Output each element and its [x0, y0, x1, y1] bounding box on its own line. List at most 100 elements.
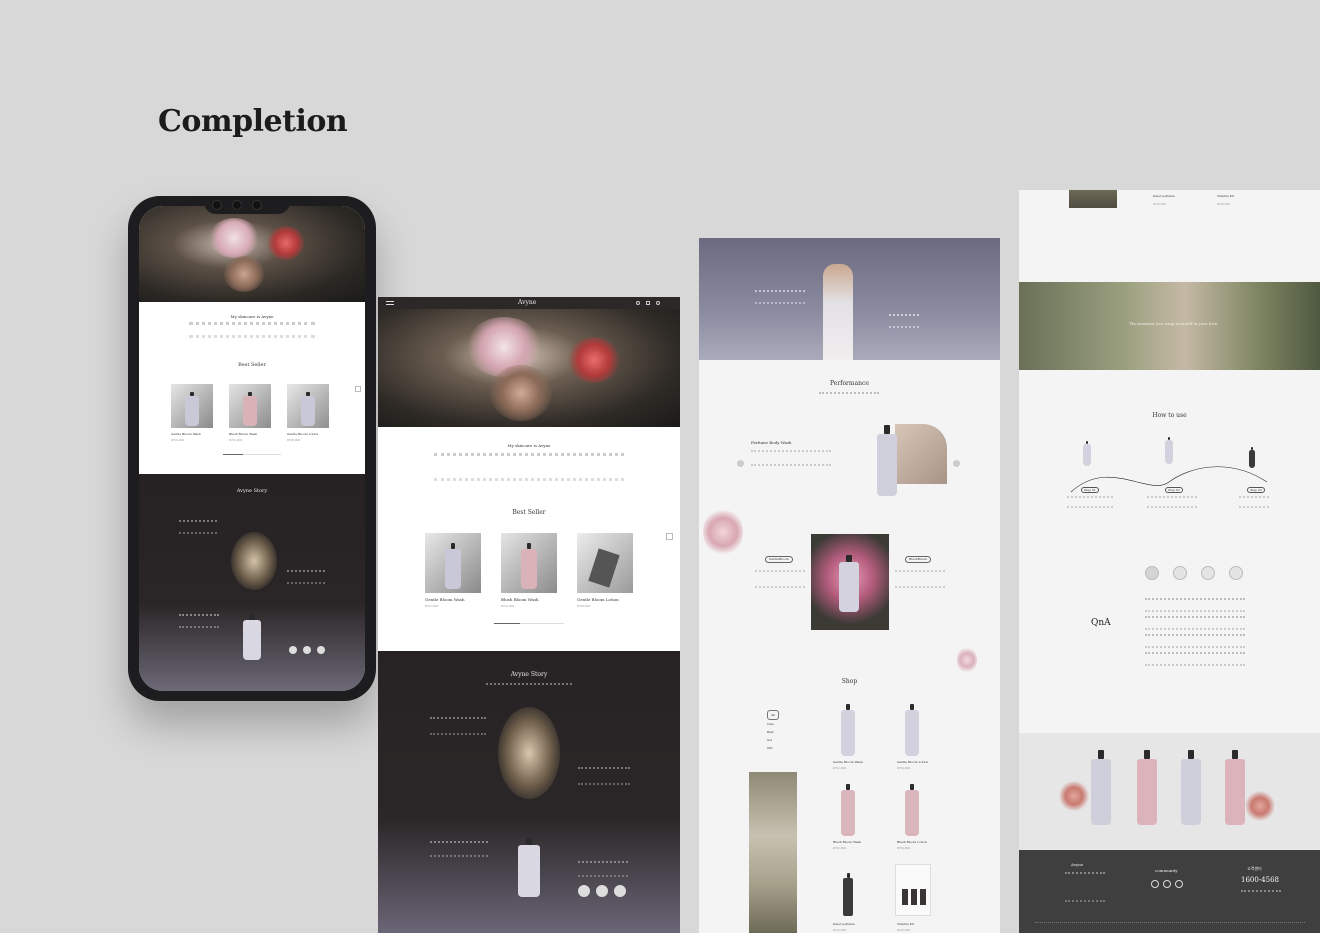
- brand-logo[interactable]: Avyne: [518, 299, 536, 306]
- settings-icon[interactable]: [1229, 566, 1243, 580]
- phone-content: My skincare is Avyne Best Seller Gentle …: [139, 302, 365, 474]
- product-name: Blush Bloom Lotion: [897, 840, 927, 844]
- rose-product-image: [811, 534, 889, 630]
- product-name: Gentle Bloom Lotion: [897, 760, 929, 764]
- product-price: ₩58,000: [287, 438, 301, 442]
- cart-icon[interactable]: [646, 301, 650, 305]
- intro-title: My skincare is Avyne: [507, 443, 551, 448]
- product-name: Gentle Bloom Lotion: [287, 432, 319, 436]
- product-price: ₩58,000: [897, 846, 911, 850]
- product-name: Gentle Bloom Wash: [833, 760, 863, 764]
- product-name: Trabble Kit: [897, 922, 915, 926]
- chevron-right-icon[interactable]: [666, 533, 673, 540]
- phone-intro-title: My skincare is Avyne: [230, 314, 274, 319]
- product-price: ₩45,000: [897, 928, 911, 932]
- blush-bloom-tag[interactable]: BlushBloom: [905, 556, 932, 563]
- product-price: ₩52,000: [229, 438, 243, 442]
- product-image[interactable]: [577, 533, 633, 593]
- product-image[interactable]: [287, 384, 329, 428]
- product-name: Blush Bloom Wash: [833, 840, 862, 844]
- shop-lifestyle-image: [749, 772, 797, 933]
- phone-best-seller-title: Best Seller: [238, 362, 266, 368]
- product-name: Blush Bloom Wash: [229, 432, 258, 436]
- hero-banner: [699, 238, 1000, 360]
- phone-hero-image: [139, 206, 365, 302]
- product-name: Blush Bloom Wash: [501, 597, 539, 602]
- phone-mockup: My skincare is Avyne Best Seller Gentle …: [128, 196, 376, 701]
- product-image[interactable]: [229, 384, 271, 428]
- phone-screen: My skincare is Avyne Best Seller Gentle …: [139, 206, 365, 691]
- product-price: ₩52,000: [171, 438, 185, 442]
- desktop-info-page: Inner perfume Trabble Kit ₩32,000 ₩45,00…: [1019, 190, 1320, 933]
- product-price: ₩52,000: [833, 766, 847, 770]
- product-price: ₩52,000: [425, 604, 439, 608]
- footer: Avyne community 고객센터 1600-4568: [1019, 850, 1320, 933]
- user-icon[interactable]: [656, 301, 660, 305]
- page-heading: Completion: [158, 104, 348, 139]
- trabble-kit-image[interactable]: [895, 864, 931, 916]
- product-thumbnail: [1069, 190, 1117, 208]
- story-section: Avyne Story: [378, 651, 680, 933]
- product-name: Gentle Bloom Wash: [425, 597, 465, 602]
- phone-notch: [204, 196, 290, 214]
- phone-story-section: Avyne Story: [139, 474, 365, 691]
- footer-cs-label: 고객센터: [1247, 866, 1262, 871]
- filter-best[interactable]: Best: [767, 728, 779, 736]
- filter-all[interactable]: All: [767, 710, 779, 720]
- filter-gift[interactable]: Gift: [767, 744, 779, 752]
- product-name: Inner perfume: [1153, 194, 1176, 198]
- feature-title: Perfume Body Wash: [751, 440, 792, 445]
- footer-phone[interactable]: 1600-4568: [1241, 876, 1279, 884]
- product-name: Inner perfume: [833, 922, 856, 926]
- product-name: Trabble Kit: [1217, 194, 1235, 198]
- carousel-scrollbar[interactable]: [494, 623, 564, 624]
- filter-set[interactable]: Set: [767, 736, 779, 744]
- flower-decoration: [957, 646, 977, 674]
- best-seller-title: Best Seller: [512, 509, 546, 516]
- search-icon[interactable]: [636, 301, 640, 305]
- product-image[interactable]: [171, 384, 213, 428]
- gentle-bloom-tag[interactable]: GentleBloom: [765, 556, 793, 563]
- products-showcase: [1019, 733, 1320, 850]
- banner-text: The moment you wrap yourself in your lov…: [1129, 321, 1219, 326]
- desktop-product-page: Performance Perfume Body Wash GentleBloo…: [699, 238, 1000, 933]
- feature-image: [895, 424, 947, 484]
- product-price: ₩52,000: [833, 846, 847, 850]
- hero-model-image: [823, 264, 853, 360]
- step-3-label: Step 03: [1247, 487, 1265, 493]
- step-1-label: Step 01: [1081, 487, 1099, 493]
- footer-brand: Avyne: [1071, 862, 1084, 867]
- product-name: Gentle Bloom Wash: [171, 432, 201, 436]
- footer-community-title: community: [1155, 868, 1178, 873]
- top-navigation: Avyne: [378, 297, 680, 309]
- filter-new[interactable]: New: [767, 720, 779, 728]
- product-price: ₩52,000: [501, 604, 515, 608]
- product-price: ₩32,000: [833, 928, 847, 932]
- product-price: ₩45,000: [1217, 202, 1231, 206]
- qna-title: QnA: [1091, 618, 1111, 628]
- performance-title: Performance: [830, 380, 869, 387]
- product-image[interactable]: [425, 533, 481, 593]
- qna-list: [1145, 598, 1245, 682]
- instagram-icon[interactable]: [1151, 880, 1159, 888]
- product-image[interactable]: [501, 533, 557, 593]
- chevron-left-icon[interactable]: [737, 460, 744, 467]
- hero-image: [378, 309, 680, 427]
- search-icon[interactable]: [1201, 566, 1215, 580]
- cart-icon[interactable]: [1173, 566, 1187, 580]
- product-name: Gentle Bloom Lotion: [577, 597, 619, 602]
- home-icon[interactable]: [1145, 566, 1159, 580]
- youtube-icon[interactable]: [1163, 880, 1171, 888]
- lifestyle-banner: The moment you wrap yourself in your lov…: [1019, 282, 1320, 370]
- carousel-scrollbar[interactable]: [223, 454, 281, 455]
- story-image: [498, 707, 560, 799]
- hamburger-menu-icon[interactable]: [386, 301, 394, 305]
- story-title: Avyne Story: [510, 671, 548, 678]
- shop-filter-list: All New Best Set Gift: [767, 710, 779, 752]
- chevron-right-icon[interactable]: [953, 460, 960, 467]
- product-price: ₩58,000: [897, 766, 911, 770]
- facebook-icon[interactable]: [1175, 880, 1183, 888]
- shop-title: Shop: [841, 678, 858, 685]
- story-image: [231, 532, 277, 590]
- chevron-right-icon[interactable]: [355, 386, 361, 392]
